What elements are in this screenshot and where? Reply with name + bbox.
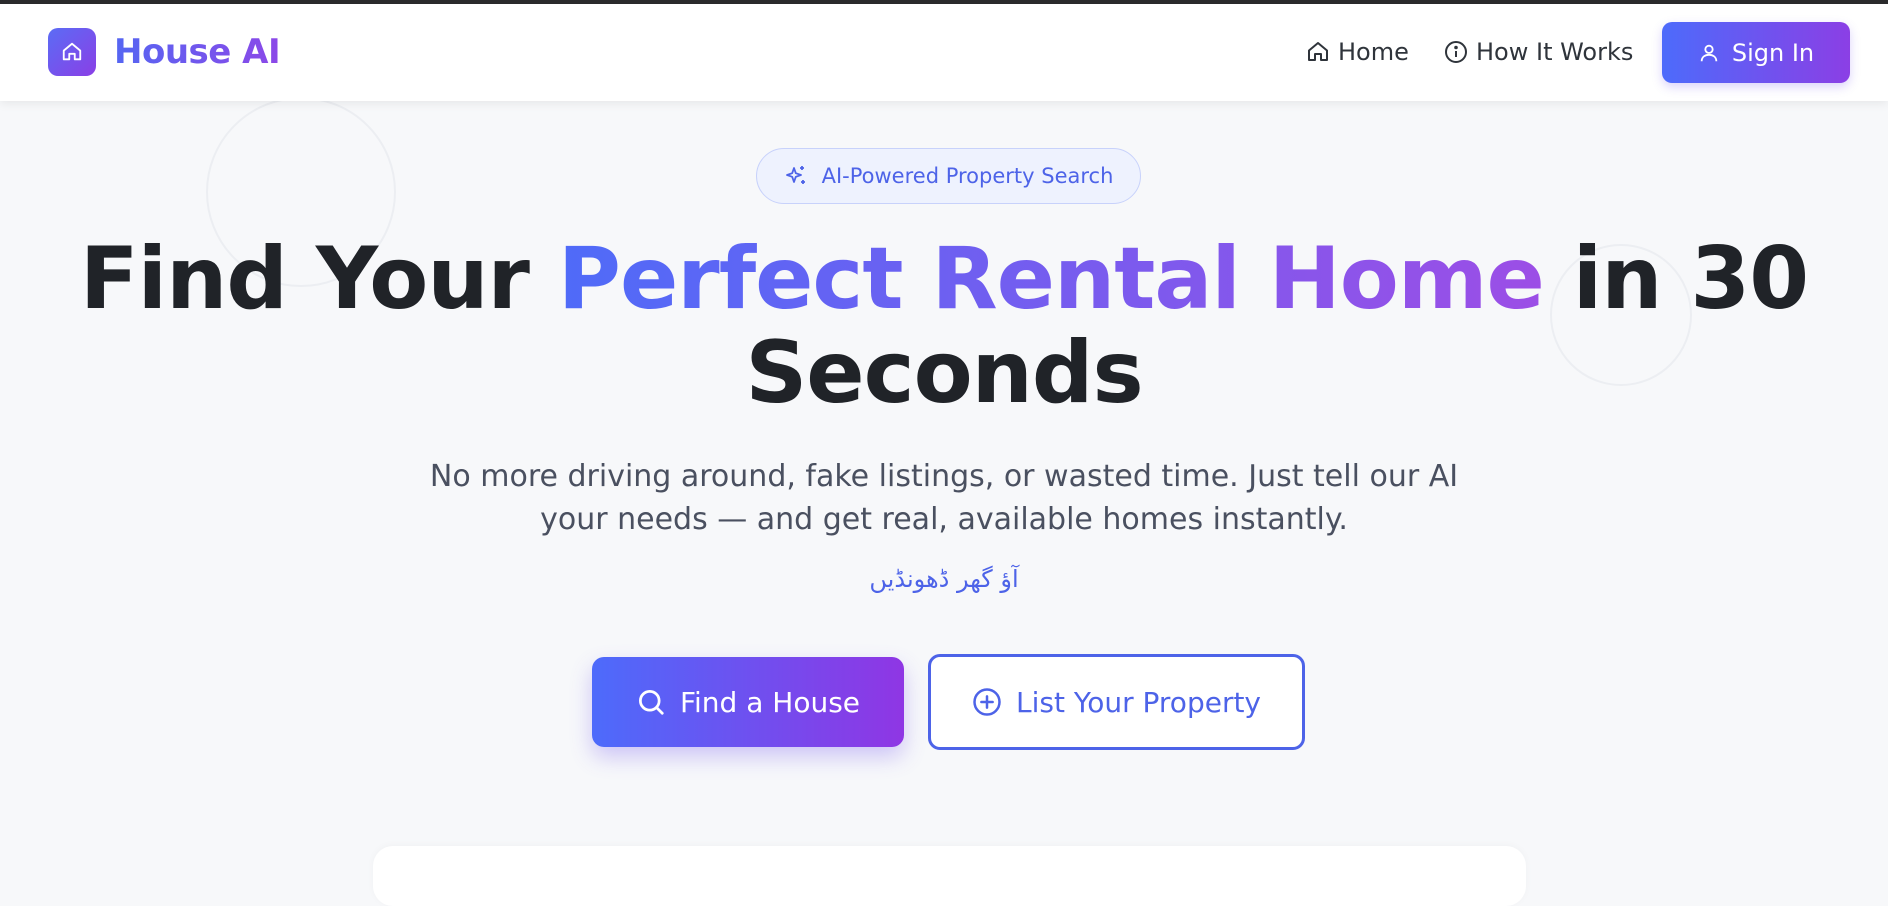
search-icon	[638, 690, 664, 715]
brand-name: House AI	[114, 32, 281, 72]
nav-home-label: Home	[1338, 38, 1409, 66]
navbar: House AI Home How It Works Sign In	[0, 4, 1888, 101]
sparkles-icon	[785, 166, 805, 184]
user-icon	[1700, 44, 1718, 61]
hero-subtitle: No more driving around, fake listings, o…	[429, 459, 1459, 537]
list-property-button[interactable]: List Your Property	[928, 654, 1305, 750]
headline-part-1: Find Your	[79, 229, 558, 329]
ai-badge: AI-Powered Property Search	[756, 148, 1141, 204]
sign-in-label: Sign In	[1731, 38, 1815, 67]
search-card	[373, 846, 1526, 906]
nav-home-link[interactable]: Home	[1306, 38, 1409, 66]
find-house-label: Find a House	[679, 685, 861, 719]
info-icon	[1445, 41, 1467, 63]
urdu-tagline: آؤ گھر ڈھونڈیں	[869, 565, 1019, 593]
hero-headline: Find Your Perfect Rental Home in 30 Seco…	[0, 232, 1888, 420]
find-house-button[interactable]: Find a House	[592, 657, 904, 747]
nav-how-it-works-link[interactable]: How It Works	[1444, 38, 1633, 66]
ai-badge-label: AI-Powered Property Search	[821, 164, 1114, 188]
house-logo-icon	[48, 28, 96, 76]
list-property-label: List Your Property	[1016, 685, 1261, 719]
nav-how-it-works-label: How It Works	[1476, 38, 1634, 66]
headline-highlight: Perfect Rental Home	[557, 229, 1545, 329]
sign-in-button[interactable]: Sign In	[1662, 22, 1850, 83]
home-icon	[1308, 42, 1328, 61]
brand-logo[interactable]: House AI	[48, 28, 281, 76]
plus-circle-icon	[973, 688, 1001, 716]
